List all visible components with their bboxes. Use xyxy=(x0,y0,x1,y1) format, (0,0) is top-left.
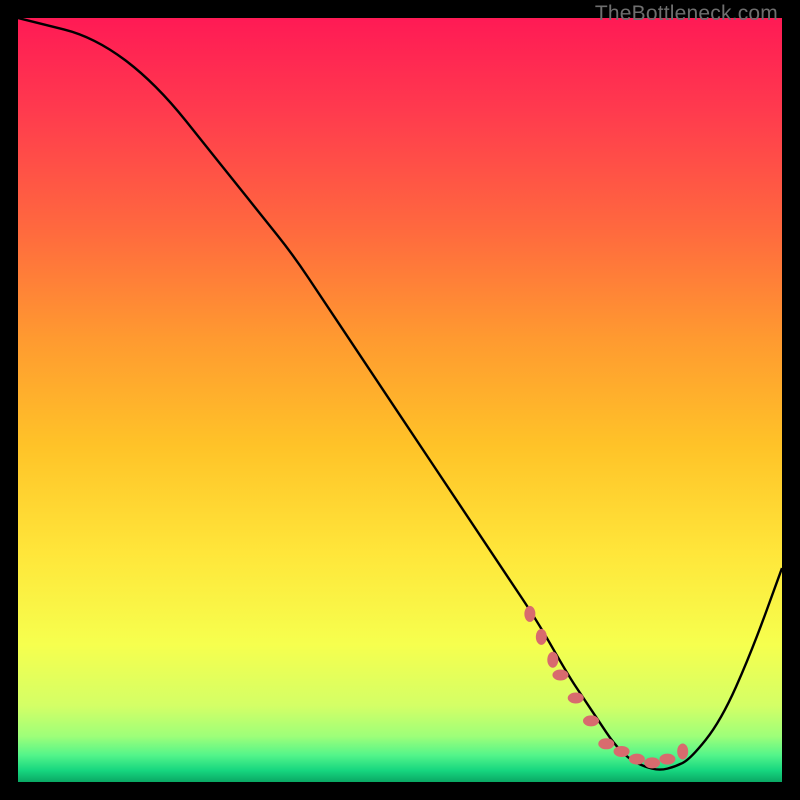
bottleneck-curve xyxy=(18,18,782,770)
highlight-dot xyxy=(614,746,630,757)
highlight-dot xyxy=(644,757,660,768)
highlight-dots xyxy=(524,606,688,768)
highlight-dot xyxy=(536,629,547,645)
highlight-dot xyxy=(547,652,558,668)
highlight-dot xyxy=(524,606,535,622)
highlight-dot xyxy=(659,754,675,765)
chart-frame: TheBottleneck.com xyxy=(0,0,800,800)
highlight-dot xyxy=(552,670,568,681)
highlight-dot xyxy=(568,692,584,703)
curve-layer xyxy=(18,18,782,782)
highlight-dot xyxy=(583,715,599,726)
watermark-text: TheBottleneck.com xyxy=(595,2,778,26)
highlight-dot xyxy=(629,754,645,765)
highlight-dot xyxy=(598,738,614,749)
highlight-dot xyxy=(677,743,688,759)
plot-area xyxy=(18,18,782,782)
